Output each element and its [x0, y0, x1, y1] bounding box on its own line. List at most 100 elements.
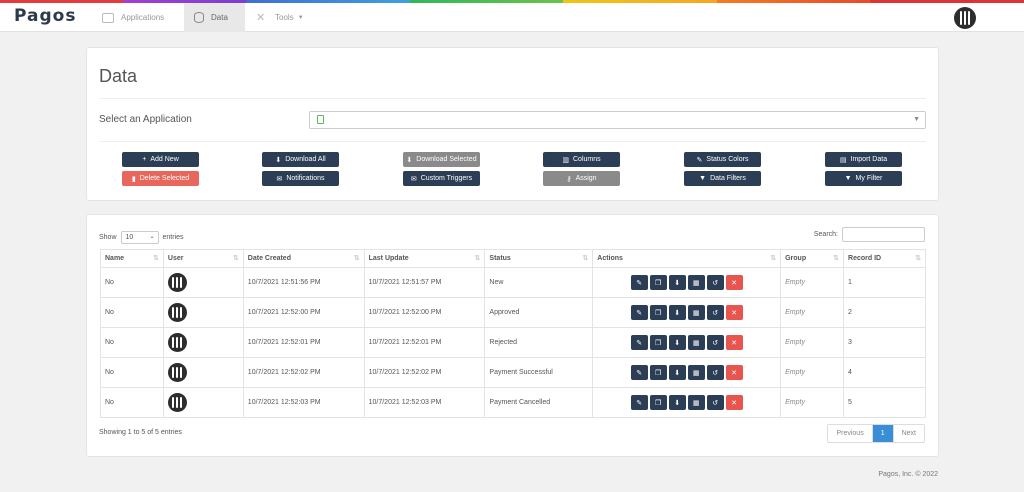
logo[interactable]: Pagos [14, 6, 76, 26]
column-header-status[interactable]: Status ⇅ [484, 249, 594, 268]
next-page-button[interactable]: Next [892, 425, 924, 442]
delete-icon: ✕ [731, 309, 738, 317]
page-button-current[interactable]: 1 [871, 425, 893, 442]
delete-action-button[interactable]: ✕ [725, 335, 743, 350]
table-row[interactable]: No 10/7/2021 12:52:01 PM 10/7/2021 12:52:0… [100, 327, 926, 358]
select-application-label: Select an Application [99, 114, 192, 125]
column-header-actions[interactable]: Actions ⇅ [592, 249, 782, 268]
nav-tools[interactable]: ✕ Tools ▼ [246, 3, 314, 32]
delete-selected-button[interactable]: ▮ Delete Selected [122, 171, 199, 186]
download-action-button[interactable]: ⬇ [668, 395, 686, 410]
column-header-date-created[interactable]: Date Created ⇅ [242, 249, 365, 268]
download-selected-button[interactable]: ⬇ Download Selected [403, 152, 480, 167]
cell-record-id: 4 [843, 357, 926, 388]
column-label: Date Created [247, 255, 291, 262]
entries-length-control: Show 10 ⌄ entries [99, 231, 184, 244]
column-label: Actions [597, 255, 623, 262]
sort-icon: ⇅ [153, 255, 159, 262]
column-header-user[interactable]: User ⇅ [162, 249, 244, 268]
notifications-button[interactable]: ✉ Notifications [262, 171, 339, 186]
custom-triggers-button[interactable]: ✉ Custom Triggers [403, 171, 480, 186]
column-header-last-update[interactable]: Last Update ⇅ [363, 249, 486, 268]
calendar-action-button[interactable]: ▦ [687, 305, 705, 320]
delete-icon: ✕ [731, 399, 738, 407]
search-input[interactable] [842, 227, 925, 242]
avatar [167, 273, 187, 292]
application-select[interactable]: ▼ [309, 111, 926, 129]
download-action-button[interactable]: ⬇ [668, 275, 686, 290]
calendar-icon: ▦ [692, 369, 700, 377]
download-icon: ⬇ [275, 156, 282, 164]
history-action-button[interactable]: ↺ [706, 335, 724, 350]
entries-select[interactable]: 10 ⌄ [120, 231, 159, 244]
column-label: Last Update [368, 255, 409, 262]
columns-button[interactable]: ▥ Columns [543, 152, 620, 167]
copy-icon: ❐ [655, 399, 662, 407]
assign-button[interactable]: ⚷ Assign [543, 171, 620, 186]
user-avatar[interactable] [954, 7, 976, 29]
nav-data[interactable]: Data [184, 3, 245, 32]
page-title: Data [99, 66, 138, 86]
copy-action-button[interactable]: ❐ [649, 275, 667, 290]
button-label: Download Selected [416, 156, 477, 163]
edit-action-button[interactable]: ✎ [630, 365, 648, 380]
delete-action-button[interactable]: ✕ [725, 365, 743, 380]
previous-page-button[interactable]: Previous [828, 425, 871, 442]
cell-name: No [100, 387, 164, 418]
history-action-button[interactable]: ↺ [706, 395, 724, 410]
column-header-group[interactable]: Group ⇅ [780, 249, 845, 268]
edit-action-button[interactable]: ✎ [630, 335, 648, 350]
table-row[interactable]: No 10/7/2021 12:51:56 PM 10/7/2021 12:51:5… [100, 267, 926, 298]
history-action-button[interactable]: ↺ [706, 275, 724, 290]
copy-action-button[interactable]: ❐ [649, 335, 667, 350]
nav-applications[interactable]: Applications [92, 3, 174, 32]
table-row[interactable]: No 10/7/2021 12:52:00 PM 10/7/2021 12:52:0… [100, 297, 926, 328]
sort-icon: ⇅ [582, 255, 589, 262]
copy-action-button[interactable]: ❐ [649, 395, 667, 410]
calendar-action-button[interactable]: ▦ [687, 335, 705, 350]
copy-icon: ❐ [655, 369, 662, 377]
edit-action-button[interactable]: ✎ [630, 275, 648, 290]
download-action-button[interactable]: ⬇ [668, 305, 686, 320]
history-icon: ↺ [712, 309, 719, 317]
table-row[interactable]: No 10/7/2021 12:52:03 PM 10/7/2021 12:52:0… [100, 387, 926, 418]
copy-icon: ❐ [655, 309, 662, 317]
download-action-button[interactable]: ⬇ [668, 365, 686, 380]
cell-record-id: 1 [843, 267, 926, 298]
button-label: Add New [150, 156, 179, 163]
delete-action-button[interactable]: ✕ [725, 395, 743, 410]
edit-action-button[interactable]: ✎ [630, 395, 648, 410]
calendar-action-button[interactable]: ▦ [687, 365, 705, 380]
add-new-button[interactable]: + Add New [122, 152, 199, 167]
tools-icon: ✕ [256, 11, 266, 24]
status-colors-button[interactable]: ✎ Status Colors [684, 152, 761, 167]
calendar-action-button[interactable]: ▦ [687, 275, 705, 290]
nav-applications-label: Applications [121, 13, 165, 22]
button-label: Delete Selected [139, 175, 190, 182]
download-action-button[interactable]: ⬇ [668, 335, 686, 350]
column-header-name[interactable]: Name ⇅ [100, 249, 164, 268]
cell-group: Empty [780, 357, 845, 388]
edit-action-button[interactable]: ✎ [630, 305, 648, 320]
data-filters-button[interactable]: ▼ Data Filters [684, 171, 761, 186]
history-action-button[interactable]: ↺ [706, 305, 724, 320]
button-label: Notifications [286, 175, 325, 182]
table-row[interactable]: No 10/7/2021 12:52:02 PM 10/7/2021 12:52:0… [100, 357, 926, 388]
avatar [167, 363, 187, 382]
copy-action-button[interactable]: ❐ [649, 365, 667, 380]
download-all-button[interactable]: ⬇ Download All [262, 152, 339, 167]
history-action-button[interactable]: ↺ [706, 365, 724, 380]
copy-action-button[interactable]: ❐ [649, 305, 667, 320]
column-header-record-id[interactable]: Record ID ⇅ [843, 249, 926, 268]
delete-action-button[interactable]: ✕ [725, 305, 743, 320]
import-data-button[interactable]: ▤ Import Data [825, 152, 902, 167]
cell-name: No [100, 267, 164, 298]
copy-icon: ❐ [655, 339, 662, 347]
delete-action-button[interactable]: ✕ [725, 275, 743, 290]
my-filter-button[interactable]: ▼ My Filter [825, 171, 902, 186]
avatar [167, 303, 187, 322]
history-icon: ↺ [712, 369, 719, 377]
calendar-action-button[interactable]: ▦ [687, 395, 705, 410]
divider [99, 98, 926, 99]
cell-record-id: 3 [843, 327, 926, 358]
